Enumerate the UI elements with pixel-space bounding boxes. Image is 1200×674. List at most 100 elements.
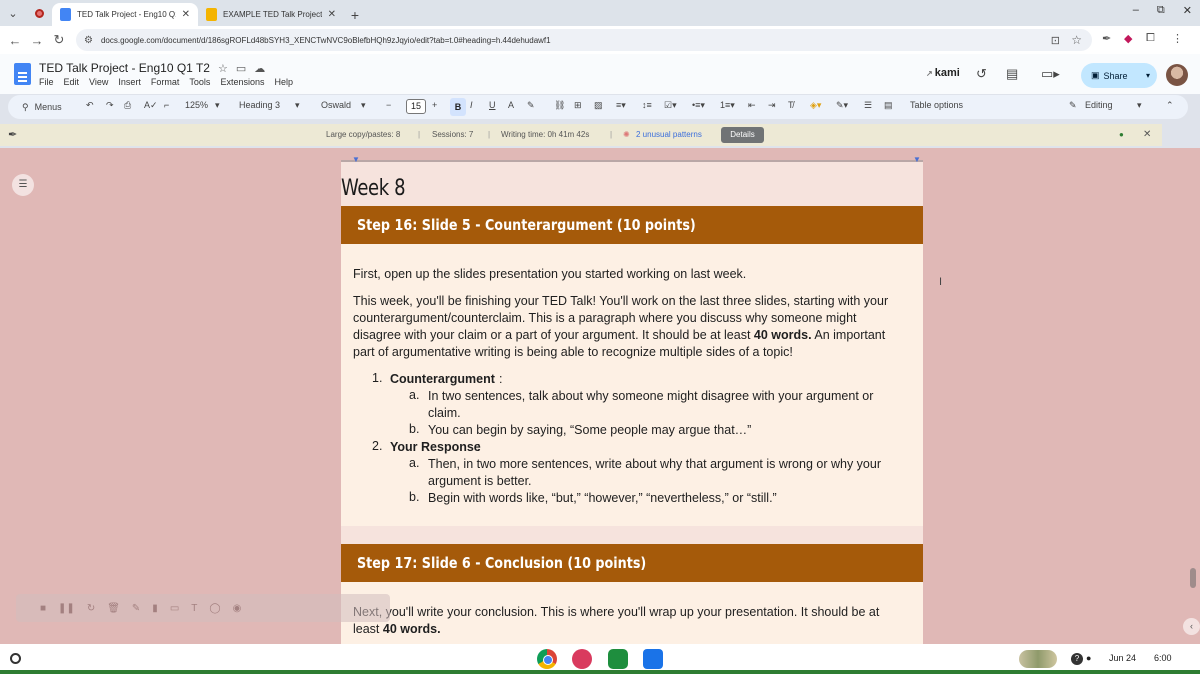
menu-extensions[interactable]: Extensions [220, 77, 264, 87]
checklist-icon[interactable]: ☑▾ [664, 100, 677, 111]
document-outline-icon[interactable]: ☰ [12, 174, 34, 196]
address-bar[interactable]: ⚙ docs.google.com/document/d/186sgROFLd4… [76, 29, 1092, 51]
table-options-button[interactable]: Table options [910, 100, 963, 110]
menu-help[interactable]: Help [274, 77, 293, 87]
insert-link-icon[interactable]: ⛓ [554, 100, 565, 111]
shelf-time[interactable]: 6:00 [1154, 653, 1172, 663]
border-width-icon[interactable]: ☰ [864, 100, 872, 111]
launcher-icon[interactable] [10, 653, 21, 664]
google-docs-logo-icon[interactable] [14, 63, 31, 85]
tab-search-chevron-icon[interactable]: ⌄ [0, 0, 26, 26]
webcam-icon[interactable]: ◉ [233, 603, 242, 614]
close-window-icon[interactable]: ✕ [1183, 4, 1192, 17]
classroom-app-icon[interactable] [608, 649, 628, 669]
chrome-app-icon[interactable] [537, 649, 557, 669]
underline-icon[interactable]: U [489, 100, 496, 110]
align-icon[interactable]: ≡▾ [616, 100, 626, 111]
avatar[interactable] [1166, 64, 1188, 86]
chevron-down-icon[interactable]: ▾ [1137, 100, 1142, 111]
chevron-down-icon[interactable]: ▾ [215, 100, 220, 111]
chevron-down-icon[interactable]: ▾ [361, 100, 366, 111]
share-button[interactable]: ▣ Share ▾ [1081, 63, 1157, 88]
vertical-scrollbar[interactable] [1190, 568, 1196, 588]
extension-kami-icon[interactable]: ◆ [1124, 32, 1132, 45]
bookmark-star-icon[interactable]: ☆ [1071, 33, 1082, 47]
palette-app-icon[interactable] [572, 649, 592, 669]
tray-thumbnail[interactable] [1019, 650, 1057, 668]
text-tool-icon[interactable]: T [191, 603, 197, 614]
stop-icon[interactable]: ■ [40, 603, 46, 614]
redo-icon[interactable]: ↷ [106, 100, 114, 111]
meet-camera-icon[interactable]: ▭▸ [1041, 66, 1060, 82]
numbered-list-icon[interactable]: 1≡▾ [720, 100, 735, 111]
document-title[interactable]: TED Talk Project - Eng10 Q1 T2 [39, 61, 210, 75]
paint-format-icon[interactable]: ⌐ [164, 100, 169, 110]
menu-edit[interactable]: Edit [64, 77, 80, 87]
print-icon[interactable]: ⎙ [124, 100, 131, 111]
menu-insert[interactable]: Insert [118, 77, 141, 87]
increase-font-size-icon[interactable]: + [432, 100, 437, 110]
border-dash-icon[interactable]: ▤ [884, 100, 893, 111]
close-tab-icon[interactable]: ✕ [182, 9, 190, 20]
line-spacing-icon[interactable]: ↕≡ [642, 100, 652, 110]
add-comment-icon[interactable]: ⊞ [574, 100, 582, 111]
browser-tab-ted-talk-doc[interactable]: TED Talk Project - Eng10 Q1 T2 ✕ [52, 3, 198, 26]
browser-menu-icon[interactable]: ⋮ [1172, 32, 1183, 45]
increase-indent-icon[interactable]: ⇥ [768, 100, 776, 111]
side-panel-chevron-icon[interactable]: ‹ [1183, 618, 1200, 635]
clear-formatting-icon[interactable]: T̸ [788, 100, 794, 110]
forward-icon[interactable]: → [26, 33, 48, 48]
install-app-icon[interactable]: ⊡ [1051, 34, 1060, 47]
move-folder-icon[interactable]: ▭ [236, 62, 246, 75]
version-history-icon[interactable]: ↺ [976, 66, 987, 82]
extension-pen-icon[interactable]: ✒ [1102, 32, 1111, 45]
close-tab-icon[interactable]: ✕ [328, 9, 336, 20]
chevron-down-icon[interactable]: ▾ [1146, 71, 1150, 80]
collapse-menus-icon[interactable]: ⌃ [1166, 100, 1174, 111]
border-color-icon[interactable]: ✎▾ [836, 100, 848, 111]
paragraph-style-select[interactable]: Heading 3 [239, 100, 280, 110]
menus-search[interactable]: ⚲ Menus [16, 98, 84, 116]
menu-tools[interactable]: Tools [189, 77, 210, 87]
highlighter-icon[interactable]: ▮ [152, 603, 158, 614]
files-app-icon[interactable] [643, 649, 663, 669]
star-icon[interactable]: ☆ [218, 62, 228, 75]
extensions-puzzle-icon[interactable]: ⧠ [1146, 32, 1155, 45]
unusual-patterns-link[interactable]: 2 unusual patterns [636, 130, 702, 139]
menu-view[interactable]: View [89, 77, 108, 87]
back-icon[interactable]: ← [4, 33, 26, 48]
document-canvas[interactable]: ☰ ▼ ▼ Week 8 Step 16: Slide 5 - Countera… [0, 148, 1200, 644]
bulleted-list-icon[interactable]: •≡▾ [692, 100, 705, 111]
spellcheck-icon[interactable]: A✓ [144, 100, 158, 111]
menu-file[interactable]: File [39, 77, 54, 87]
decrease-indent-icon[interactable]: ⇤ [748, 100, 756, 111]
details-button[interactable]: Details [721, 127, 764, 143]
restart-icon[interactable]: ↻ [87, 603, 95, 614]
pen-tool-icon[interactable]: ✎ [132, 603, 140, 614]
chevron-down-icon[interactable]: ▾ [295, 100, 300, 111]
close-monitor-icon[interactable]: ✕ [1143, 129, 1151, 140]
reload-icon[interactable]: ↻ [48, 32, 70, 48]
decrease-font-size-icon[interactable]: − [386, 100, 391, 110]
comments-icon[interactable]: ▤ [1006, 66, 1018, 82]
insert-image-icon[interactable]: ▨ [594, 100, 603, 111]
eraser-icon[interactable]: ▭ [170, 603, 179, 614]
undo-icon[interactable]: ↶ [86, 100, 94, 111]
shape-tool-icon[interactable]: ◯ [209, 603, 220, 614]
help-icon[interactable]: ? [1071, 653, 1083, 665]
bold-icon[interactable]: B [450, 98, 466, 116]
browser-tab-example-slides[interactable]: EXAMPLE TED Talk Project Sli ✕ [198, 3, 344, 26]
trash-icon[interactable]: 🗑 [107, 603, 120, 614]
italic-icon[interactable]: I [470, 100, 473, 110]
highlight-icon[interactable]: ✎ [527, 100, 535, 111]
menu-format[interactable]: Format [151, 77, 180, 87]
new-tab-button[interactable]: + [344, 3, 366, 26]
zoom-select[interactable]: 125% [185, 100, 208, 110]
site-info-icon[interactable]: ⚙ [84, 35, 93, 46]
minimize-icon[interactable]: – [1133, 4, 1139, 17]
cloud-status-icon[interactable]: ☁ [254, 62, 265, 75]
text-color-icon[interactable]: A [508, 100, 514, 110]
pause-icon[interactable]: ❚❚ [58, 603, 75, 614]
editing-mode-select[interactable]: Editing [1085, 100, 1113, 110]
cell-fill-color-icon[interactable]: ◈▾ [810, 100, 821, 111]
